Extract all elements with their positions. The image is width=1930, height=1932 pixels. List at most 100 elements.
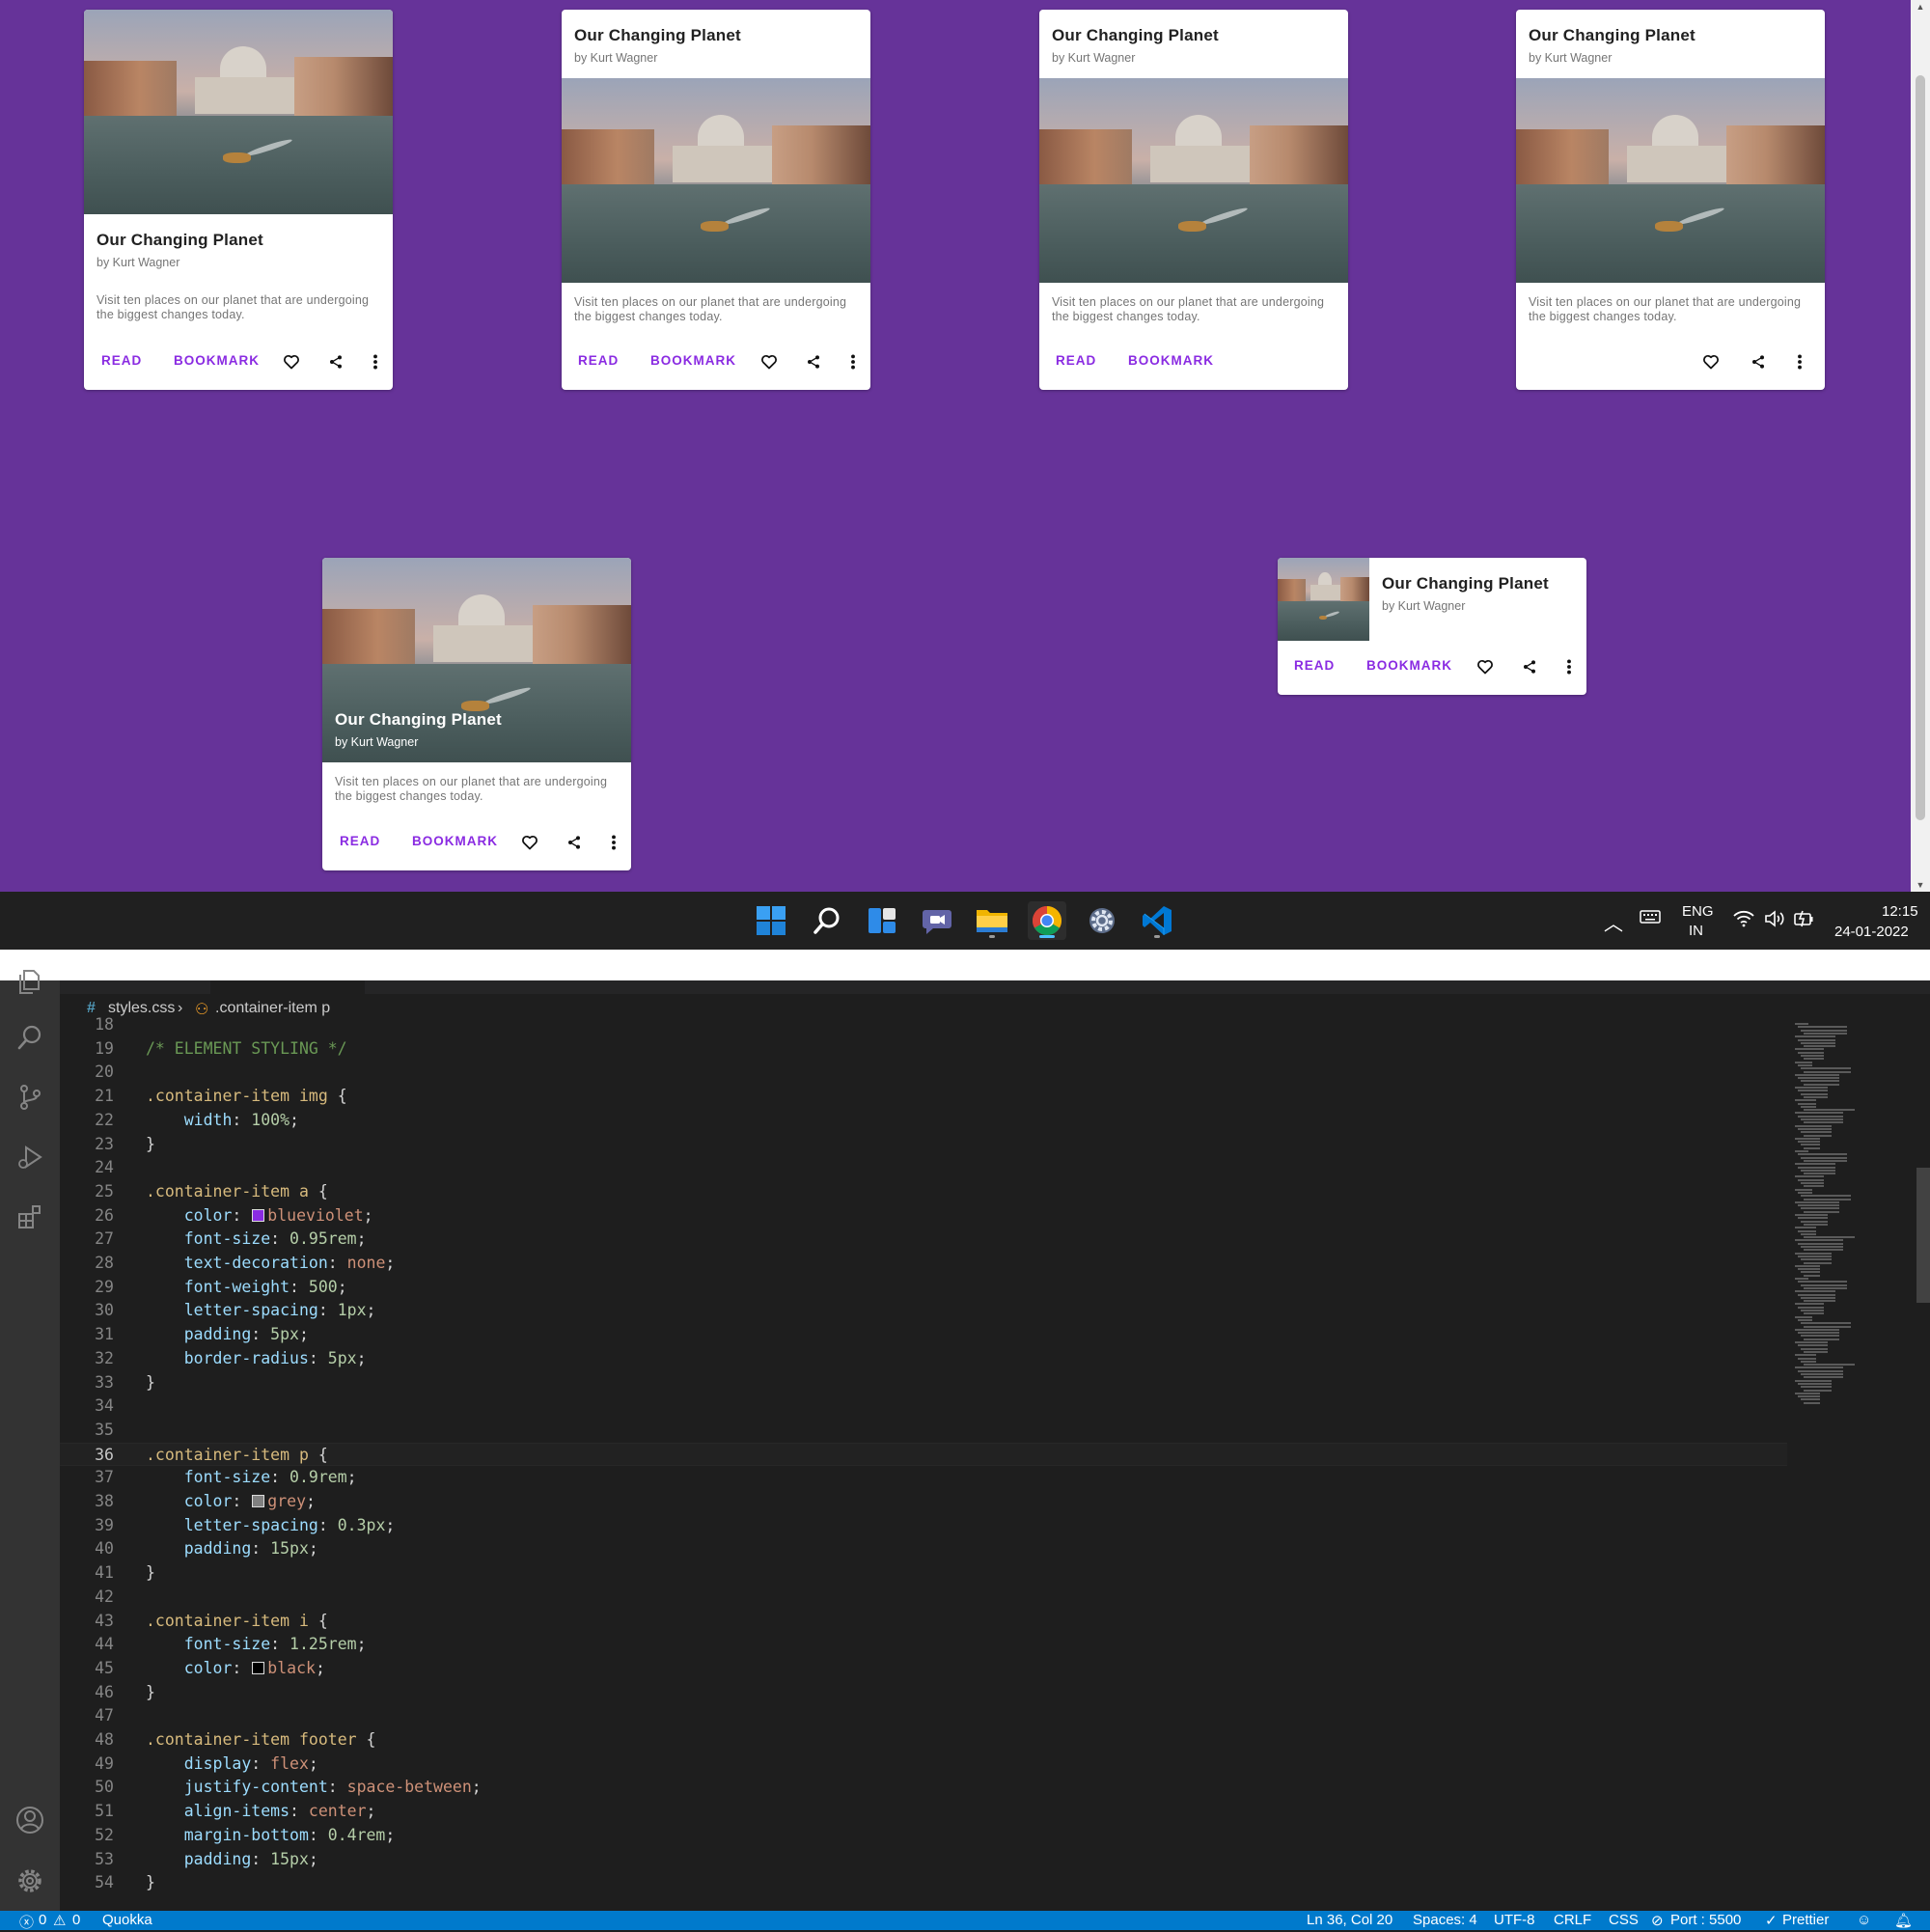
heart-icon[interactable] [1698,349,1723,374]
touch-keyboard-icon[interactable] [1640,909,1661,928]
code-text[interactable]: letter-spacing: 1px; [146,1299,376,1323]
warning-count[interactable]: 0 [72,1912,80,1928]
share-icon[interactable] [1517,654,1542,679]
code-text[interactable]: letter-spacing: 0.3px; [146,1514,396,1538]
code-text[interactable]: color: blueviolet; [146,1204,373,1228]
share-icon[interactable] [1746,349,1771,374]
live-server-icon[interactable]: ⊘ [1651,1912,1664,1929]
code-line[interactable]: 30 letter-spacing: 1px; [60,1299,1787,1323]
widgets-icon[interactable] [863,901,901,940]
source-control-icon[interactable] [14,1081,46,1114]
volume-icon[interactable] [1764,910,1785,931]
code-line[interactable]: 41} [60,1561,1787,1586]
code-line[interactable]: 22 width: 100%; [60,1109,1787,1133]
scrollbar-thumb[interactable] [1916,75,1925,820]
more-vert-icon[interactable] [1557,654,1582,679]
code-line[interactable]: 40 padding: 15px; [60,1537,1787,1561]
code-line[interactable]: 34 [60,1394,1787,1419]
errors-icon[interactable]: ⓧ [19,1912,34,1932]
editor-scrollbar[interactable] [1915,1023,1930,1911]
code-line[interactable]: 25 .container-item a { [60,1180,1787,1204]
code-text[interactable]: color: black; [146,1657,325,1681]
quokka-status[interactable]: Quokka [102,1912,152,1928]
battery-icon[interactable] [1793,910,1814,931]
clock-time[interactable]: 12:15 [1882,903,1918,920]
heart-icon[interactable] [517,830,542,855]
code-text[interactable]: } [146,1371,155,1395]
code-text[interactable]: .container-item p { [146,1444,328,1468]
vscode-icon[interactable] [1138,901,1176,940]
code-line[interactable]: 54} [60,1871,1787,1895]
windows-start-icon[interactable] [752,901,790,940]
scroll-down-icon[interactable]: ▼ [1911,878,1930,892]
file-explorer-icon[interactable] [973,901,1011,940]
code-text[interactable]: } [146,1133,155,1157]
code-text[interactable]: } [146,1561,155,1586]
code-text[interactable]: padding: 5px; [146,1323,309,1347]
code-text[interactable]: .container-item i { [146,1610,328,1634]
read-button[interactable]: READ [101,353,142,368]
code-line[interactable]: 53 padding: 15px; [60,1848,1787,1872]
code-text[interactable]: align-items: center; [146,1800,376,1824]
code-line[interactable]: 51 align-items: center; [60,1800,1787,1824]
more-vert-icon[interactable] [841,349,866,374]
code-line[interactable]: 38 color: grey; [60,1490,1787,1514]
language-indicator-bottom[interactable]: IN [1689,923,1703,939]
code-text[interactable]: .container-item img { [146,1085,347,1109]
indentation[interactable]: Spaces: 4 [1413,1912,1477,1928]
manage-gear-icon[interactable] [14,1864,46,1897]
error-count[interactable]: 0 [39,1912,46,1928]
clock-date[interactable]: 24-01-2022 [1834,924,1909,940]
code-line[interactable]: 43 .container-item i { [60,1610,1787,1634]
live-server-port[interactable]: Port : 5500 [1670,1912,1741,1928]
chrome-icon[interactable] [1028,901,1066,940]
code-line[interactable]: 49 display: flex; [60,1753,1787,1777]
code-text[interactable]: .container-item a { [146,1180,328,1204]
code-line[interactable]: 26 color: blueviolet; [60,1204,1787,1228]
read-button[interactable]: READ [1056,353,1096,368]
code-line[interactable]: 23} [60,1133,1787,1157]
run-debug-icon[interactable] [14,1141,46,1173]
code-text[interactable]: /* ELEMENT STYLING */ [146,1037,347,1062]
code-line[interactable]: 21 .container-item img { [60,1085,1787,1109]
more-vert-icon[interactable] [601,830,626,855]
code-line[interactable]: 47 [60,1704,1787,1728]
code-text[interactable]: padding: 15px; [146,1848,318,1872]
code-line[interactable]: 19 /* ELEMENT STYLING */ [60,1037,1787,1062]
code-line[interactable]: 42 [60,1586,1787,1610]
code-line[interactable]: 35 [60,1419,1787,1443]
bookmark-button[interactable]: BOOKMARK [650,353,736,368]
share-icon[interactable] [801,349,826,374]
code-line[interactable]: 50 justify-content: space-between; [60,1776,1787,1800]
heart-icon[interactable] [279,349,304,374]
code-text[interactable]: } [146,1681,155,1705]
extensions-icon[interactable] [14,1201,46,1233]
code-line[interactable]: 46} [60,1681,1787,1705]
search-icon[interactable] [808,901,846,940]
code-line[interactable]: 18 [60,1013,1787,1037]
bookmark-button[interactable]: BOOKMARK [412,834,498,848]
read-button[interactable]: READ [578,353,619,368]
cursor-position[interactable]: Ln 36, Col 20 [1307,1912,1392,1928]
wifi-icon[interactable] [1733,910,1754,931]
more-vert-icon[interactable] [1787,349,1812,374]
read-button[interactable]: READ [340,834,380,848]
code-text[interactable]: display: flex; [146,1753,318,1777]
code-line[interactable]: 24 [60,1156,1787,1180]
color-swatch[interactable] [252,1208,265,1222]
prettier-status[interactable]: Prettier [1782,1912,1829,1928]
code-text[interactable]: } [146,1871,155,1895]
language-mode[interactable]: CSS [1609,1912,1639,1928]
code-text[interactable]: font-size: 0.9rem; [146,1466,357,1490]
bookmark-button[interactable]: BOOKMARK [1128,353,1214,368]
code-text[interactable]: color: grey; [146,1490,316,1514]
bookmark-button[interactable]: BOOKMARK [174,353,260,368]
code-text[interactable]: padding: 15px; [146,1537,318,1561]
minimap[interactable] [1787,1023,1913,1911]
share-icon[interactable] [562,830,587,855]
settings-icon[interactable] [1083,901,1121,940]
code-line[interactable]: 20 [60,1061,1787,1085]
code-editor[interactable]: 18 19 /* ELEMENT STYLING */ 20 21 .container-… [60,1015,1787,1911]
code-text[interactable]: width: 100%; [146,1109,299,1133]
code-text[interactable]: margin-bottom: 0.4rem; [146,1824,396,1848]
